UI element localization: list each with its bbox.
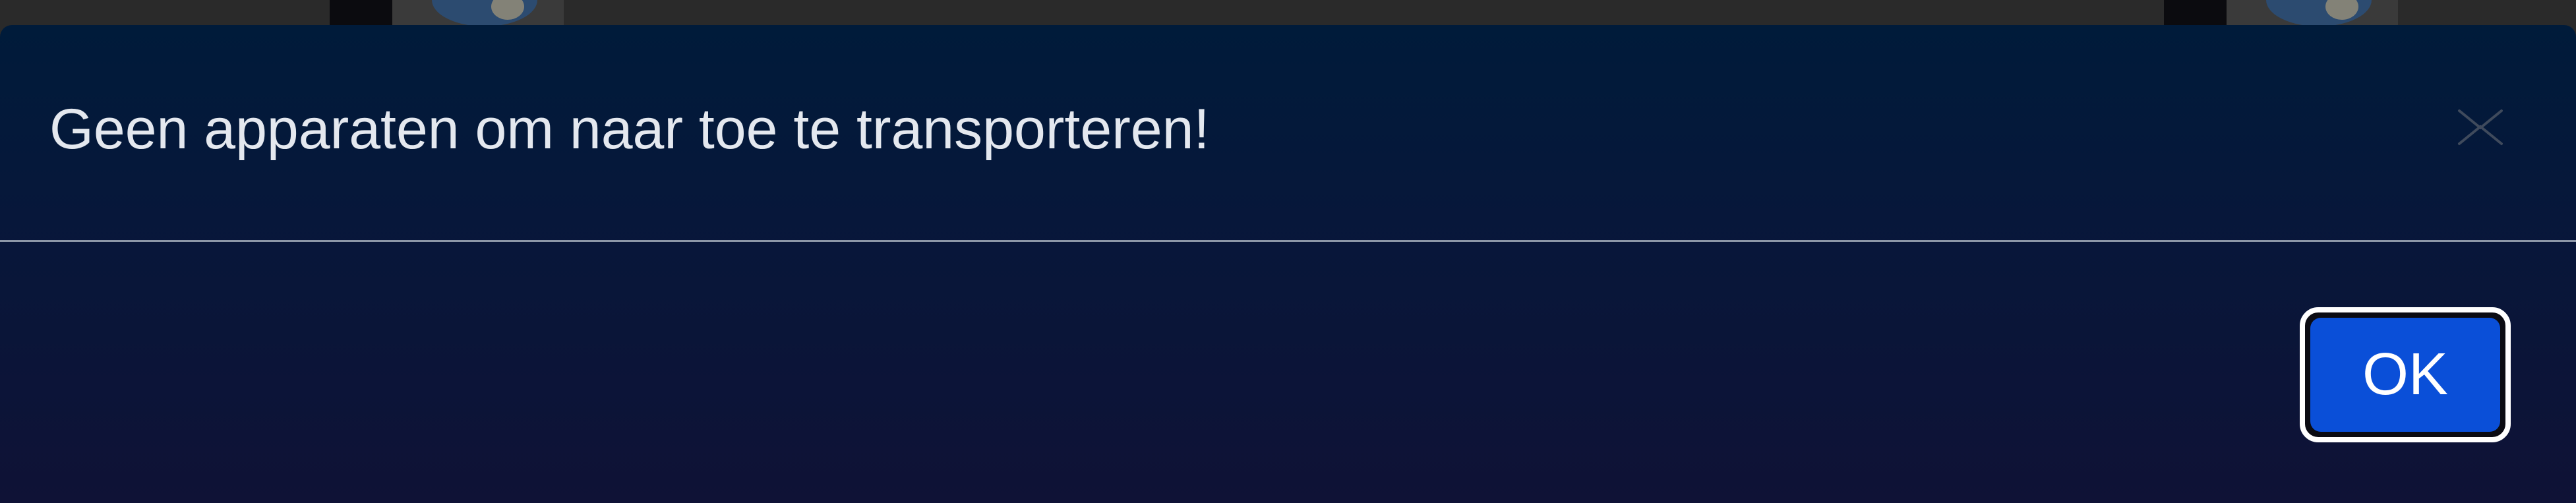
alert-dialog: Geen apparaten om naar toe te transporte… [0,25,2576,503]
dialog-divider [0,240,2576,242]
ok-button-label: OK [2310,318,2500,432]
ok-button[interactable]: OK [2300,307,2511,442]
close-icon[interactable] [2454,104,2507,150]
dialog-message: Geen apparaten om naar toe te transporte… [49,98,1210,161]
